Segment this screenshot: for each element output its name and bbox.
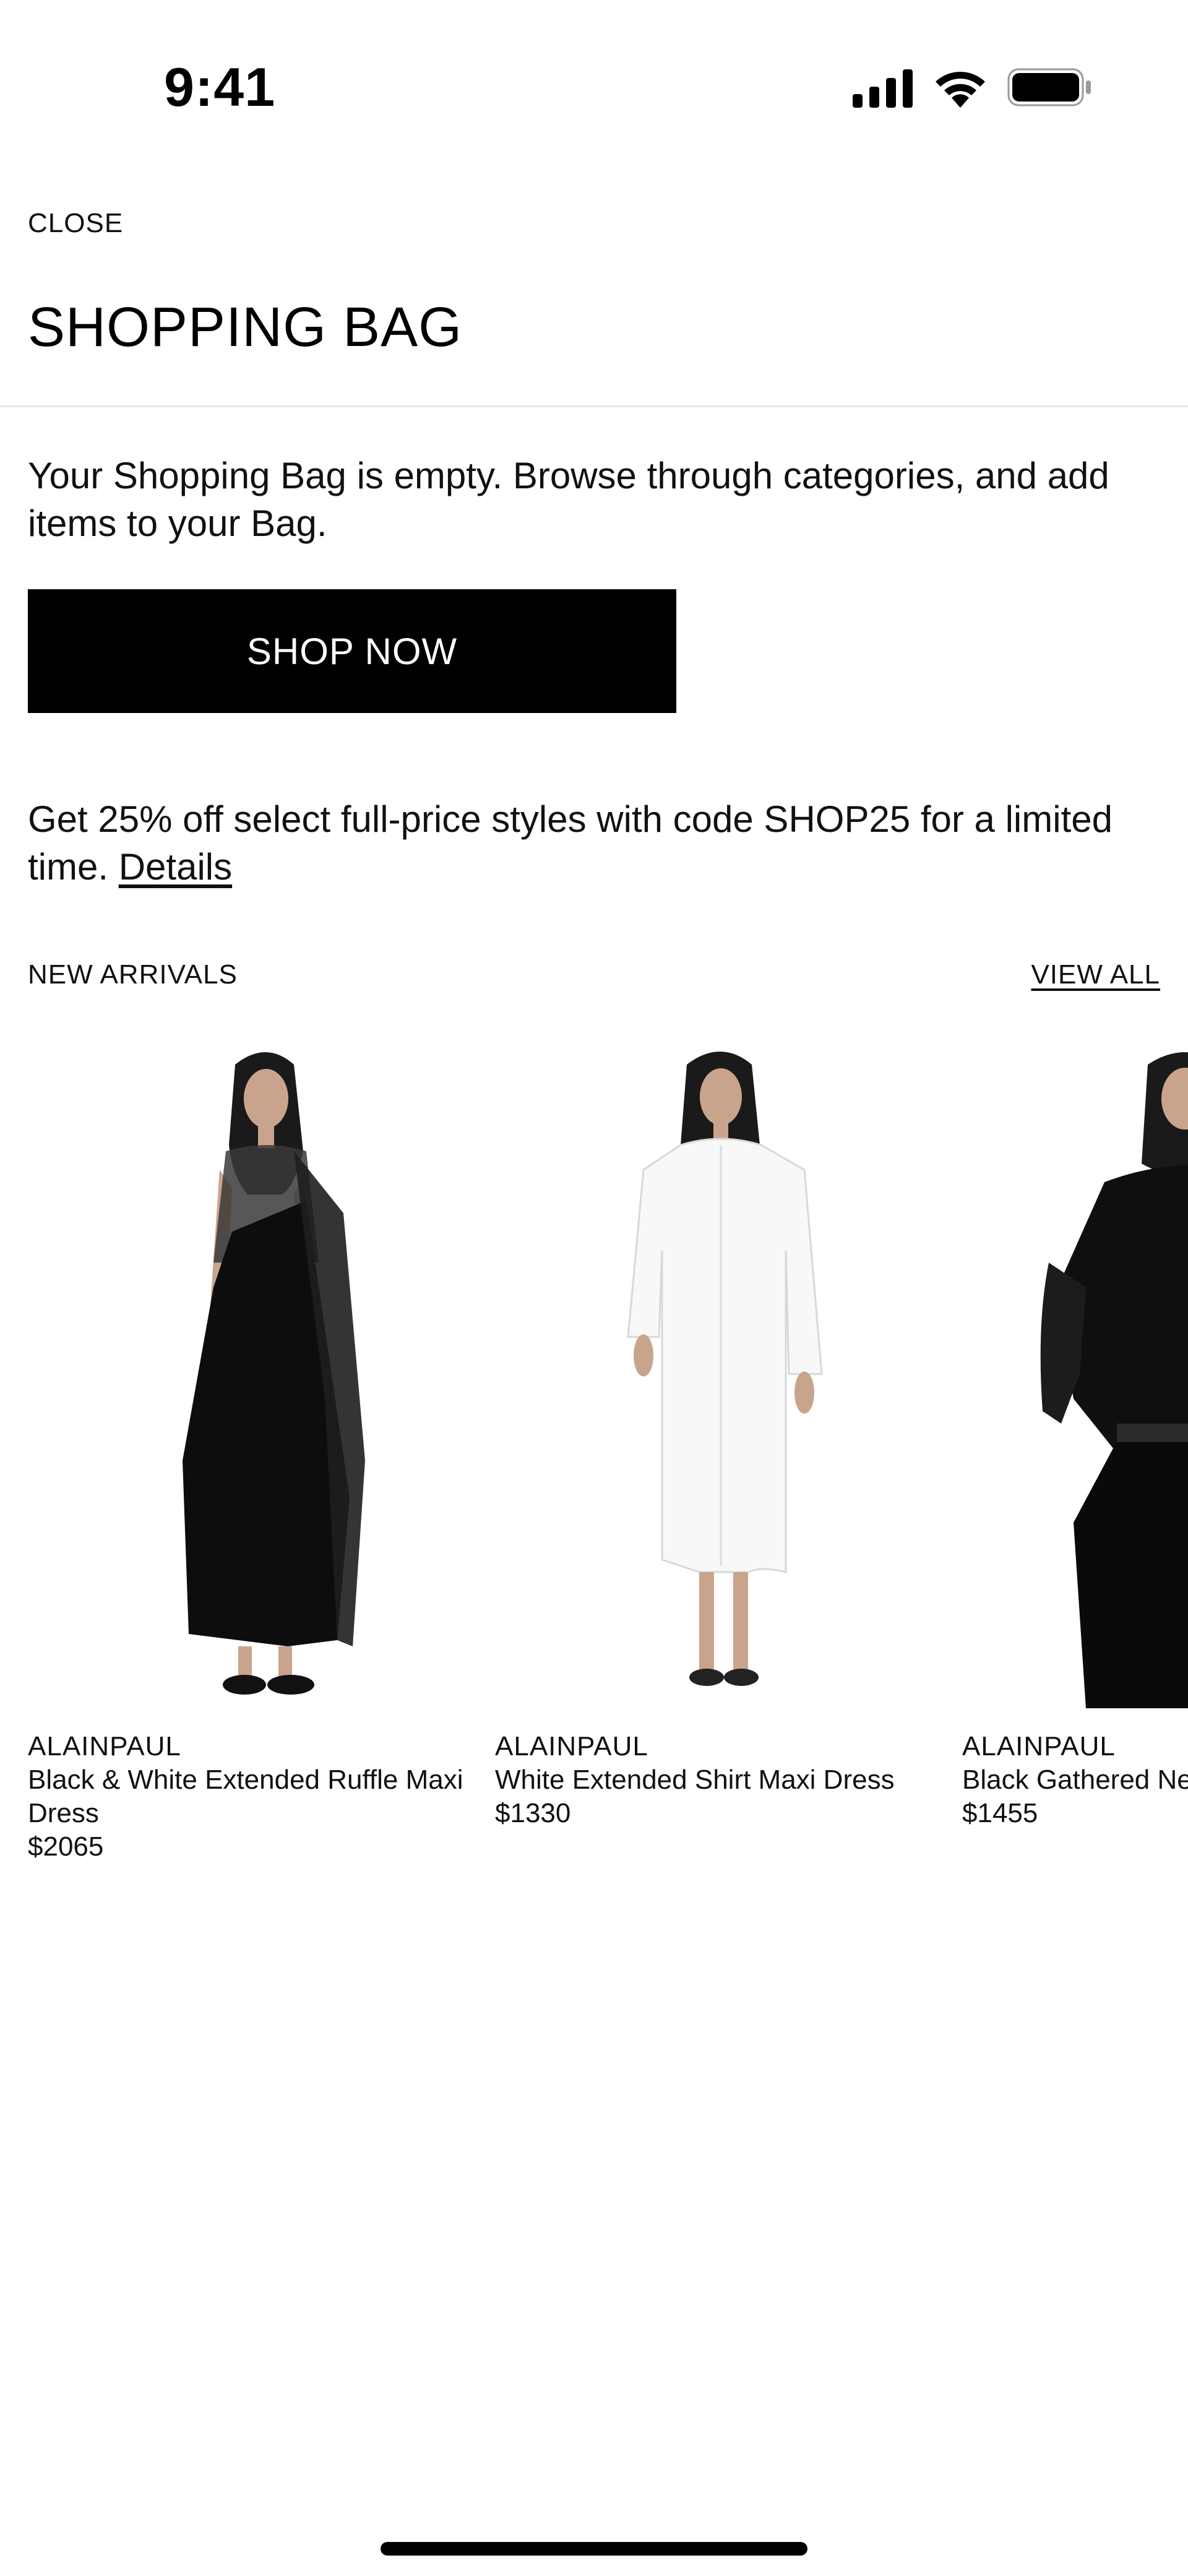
close-button[interactable]: CLOSE	[28, 208, 123, 239]
wifi-icon	[936, 72, 985, 108]
new-arrivals-header: NEW ARRIVALS VIEW ALL	[28, 959, 1160, 990]
home-indicator	[381, 2542, 807, 2556]
product-image[interactable]	[28, 1027, 480, 1708]
view-all-link[interactable]: VIEW ALL	[1031, 959, 1160, 990]
page-title: SHOPPING BAG	[28, 296, 463, 358]
product-card[interactable]: ALAINPAUL Black Gathered Ne $1455	[962, 1027, 1188, 1830]
signal-icon	[853, 69, 913, 108]
header-divider	[0, 405, 1188, 407]
promo-details-link[interactable]: Details	[119, 846, 232, 888]
product-brand: ALAINPAUL	[495, 1731, 648, 1761]
product-brand: ALAINPAUL	[28, 1731, 181, 1761]
product-price: $1330	[495, 1798, 571, 1828]
product-price: $2065	[28, 1831, 104, 1862]
empty-bag-message: Your Shopping Bag is empty. Browse throu…	[28, 455, 1109, 544]
new-arrivals-title: NEW ARRIVALS	[28, 959, 238, 990]
product-image[interactable]	[495, 1027, 947, 1708]
product-name: Black Gathered Ne	[962, 1765, 1188, 1795]
battery-icon	[1007, 68, 1091, 106]
product-card[interactable]: ALAINPAUL White Extended Shirt Maxi Dres…	[495, 1027, 947, 1830]
status-bar: 9:41	[0, 0, 1188, 173]
product-price: $1455	[962, 1798, 1038, 1828]
shopping-bag-screen: 9:41 CLOSE SHOPPING BAG Your Shopping Ba…	[0, 0, 1188, 2576]
product-name: Black & White Extended Ruffle Maxi Dress	[28, 1765, 463, 1828]
model-black-gathered-top-image	[1040, 1052, 1188, 1708]
shop-now-button[interactable]: SHOP NOW	[28, 589, 676, 713]
status-time: 9:41	[164, 56, 276, 118]
model-black-ruffle-dress-image	[183, 1052, 365, 1695]
product-image[interactable]	[962, 1027, 1188, 1708]
product-card[interactable]: ALAINPAUL Black & White Extended Ruffle …	[28, 1027, 480, 1864]
product-name: White Extended Shirt Maxi Dress	[495, 1765, 895, 1795]
product-brand: ALAINPAUL	[962, 1731, 1116, 1761]
promo-banner: Get 25% off select full-price styles wit…	[28, 795, 1166, 891]
model-white-shirt-dress-image	[627, 1052, 823, 1686]
new-arrivals-carousel[interactable]: ALAINPAUL Black & White Extended Ruffle …	[28, 1027, 1188, 1894]
